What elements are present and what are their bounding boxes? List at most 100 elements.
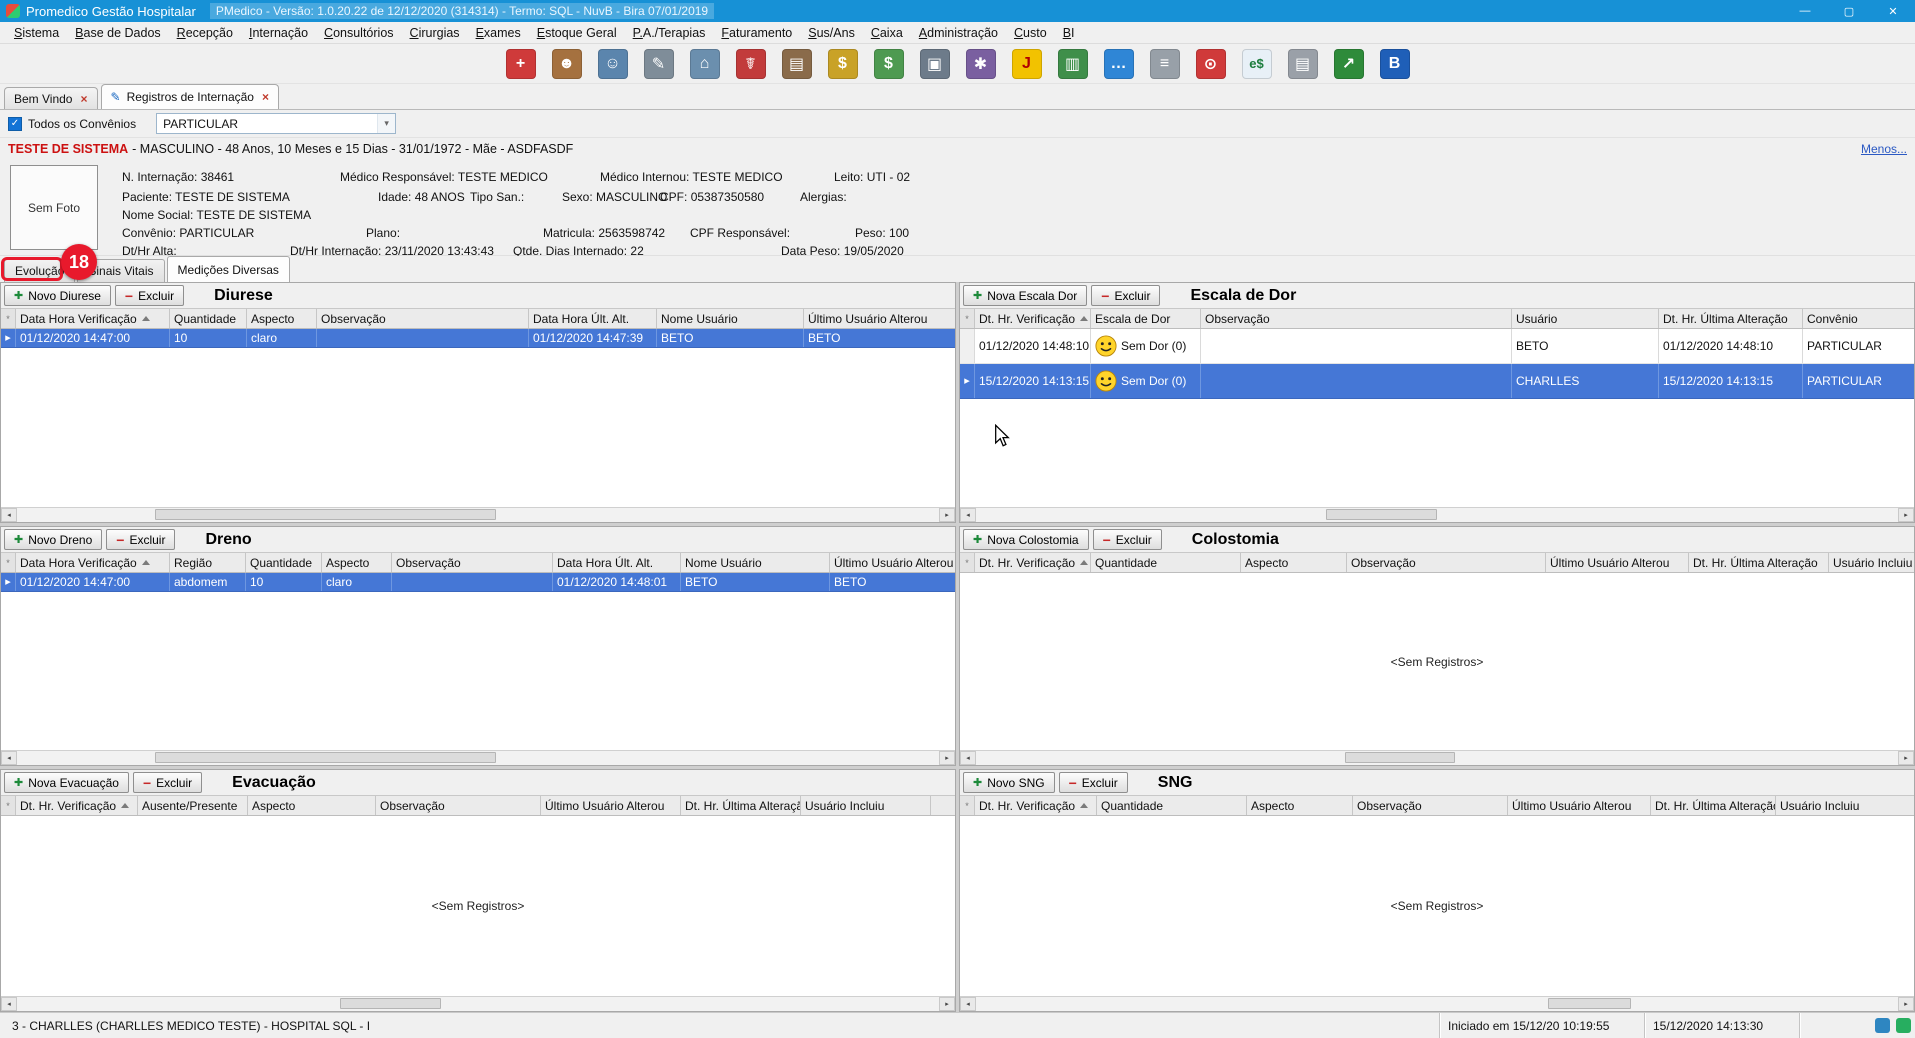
nova-evacuacao-button[interactable]: ✚Nova Evacuação [4,772,129,793]
menu-item-exames[interactable]: Exames [468,24,529,42]
table-row[interactable]: ▸ 01/12/2020 14:47:00 10 claro 01/12/202… [1,329,955,348]
excluir-escala-button[interactable]: −Excluir [1091,285,1160,306]
menu-item-caixa[interactable]: Caixa [863,24,911,42]
tab-medicoes-diversas[interactable]: Medições Diversas [167,256,290,282]
column-header[interactable]: Observação [376,796,541,815]
scroll-thumb[interactable] [1345,752,1456,763]
column-header[interactable]: Data Hora Verificação [16,309,170,328]
bed-icon[interactable]: ⌂ [690,49,720,79]
column-header[interactable]: Dt. Hr. Verificação [16,796,138,815]
column-header[interactable]: Quantidade [246,553,322,572]
close-icon[interactable]: × [262,90,269,104]
menu-item-cirurgias[interactable]: Cirurgias [402,24,468,42]
excluir-dreno-button[interactable]: −Excluir [106,529,175,550]
excluir-sng-button[interactable]: −Excluir [1059,772,1128,793]
column-header[interactable]: Aspecto [322,553,392,572]
stock-icon[interactable]: ▥ [1058,49,1088,79]
horizontal-scrollbar[interactable]: ◂ ▸ [960,750,1914,765]
safe-icon[interactable]: ▣ [920,49,950,79]
column-header[interactable]: Usuário Incluiu [801,796,931,815]
documents-icon[interactable]: ▤ [1288,49,1318,79]
column-header[interactable]: Convênio [1803,309,1914,328]
column-header[interactable]: Último Usuário Alterou [1546,553,1689,572]
column-header[interactable]: Nome Usuário [681,553,830,572]
column-header[interactable]: Escala de Dor [1091,309,1201,328]
column-header[interactable]: Usuário Incluiu [1829,553,1914,572]
menu-item-bi[interactable]: BI [1055,24,1083,42]
menos-link[interactable]: Menos... [1861,142,1907,156]
column-header[interactable]: Quantidade [1091,553,1241,572]
power-icon[interactable]: ⊙ [1196,49,1226,79]
column-header[interactable]: Dt. Hr. Última Alteração [1689,553,1829,572]
scroll-thumb[interactable] [1548,998,1631,1009]
gold-icon[interactable]: $ [828,49,858,79]
tab-registros-internacao[interactable]: ✎ Registros de Internação × [101,84,279,109]
scroll-left-icon[interactable]: ◂ [960,508,976,522]
notes-icon[interactable]: ✎ [644,49,674,79]
scroll-right-icon[interactable]: ▸ [1898,751,1914,765]
column-header[interactable]: Dt. Hr. Verificação [975,553,1091,572]
menu-item-estoque-geral[interactable]: Estoque Geral [529,24,625,42]
scroll-left-icon[interactable]: ◂ [1,751,17,765]
column-header[interactable]: Quantidade [170,309,247,328]
scroll-left-icon[interactable]: ◂ [960,751,976,765]
scroll-right-icon[interactable]: ▸ [939,997,955,1011]
column-header[interactable]: Dt. Hr. Verificação [975,309,1091,328]
menu-item-base-de-dados[interactable]: Base de Dados [67,24,168,42]
table-row[interactable]: ▸ 15/12/2020 14:13:15 Sem Dor (0) CHARLL… [960,364,1914,399]
chart-icon[interactable]: ↗ [1334,49,1364,79]
column-header[interactable]: Aspecto [1241,553,1347,572]
column-header[interactable]: Região [170,553,246,572]
menu-item-pa-terapias[interactable]: P.A./Terapias [625,24,714,42]
menu-item-consultorios[interactable]: Consultórios [316,24,401,42]
maximize-button[interactable]: ▢ [1827,0,1871,22]
todos-convenios-checkbox[interactable]: ✓ [8,117,22,131]
column-header[interactable]: Observação [1353,796,1508,815]
ambulance-icon[interactable]: ☤ [736,49,766,79]
column-header[interactable]: Observação [317,309,529,328]
column-header[interactable]: Data Hora Verificação [16,553,170,572]
horizontal-scrollbar[interactable]: ◂ ▸ [1,507,955,522]
convenio-select[interactable]: PARTICULAR ▾ [156,113,396,134]
table-row[interactable]: 01/12/2020 14:48:10 Sem Dor (0) BETO 01/… [960,329,1914,364]
column-header[interactable]: Último Usuário Alterou [830,553,955,572]
tab-bem-vindo[interactable]: Bem Vindo × [4,87,98,109]
phone-j-icon[interactable]: J [1012,49,1042,79]
column-header[interactable]: Aspecto [1247,796,1353,815]
column-header[interactable]: Observação [1347,553,1546,572]
scroll-thumb[interactable] [155,752,496,763]
scroll-thumb[interactable] [340,998,441,1009]
money-icon[interactable]: $ [874,49,904,79]
patients-icon[interactable]: ☻ [552,49,582,79]
excluir-diurese-button[interactable]: −Excluir [115,285,184,306]
close-button[interactable]: ✕ [1871,0,1915,22]
close-icon[interactable]: × [80,92,87,106]
menu-item-faturamento[interactable]: Faturamento [713,24,800,42]
excluir-evacuacao-button[interactable]: −Excluir [133,772,202,793]
column-header[interactable]: Último Usuário Alterou [1508,796,1651,815]
horizontal-scrollbar[interactable]: ◂ ▸ [960,507,1914,522]
column-header[interactable]: Dt. Hr. Verificação [975,796,1097,815]
column-header[interactable]: Dt. Hr. Última Alteração [681,796,801,815]
column-header[interactable]: Observação [1201,309,1512,328]
column-header[interactable]: Último Usuário Alterou [804,309,955,328]
scroll-right-icon[interactable]: ▸ [1898,997,1914,1011]
column-header[interactable]: Usuário [1512,309,1659,328]
column-header[interactable]: Usuário Incluiu [1776,796,1914,815]
menu-item-administracao[interactable]: Administração [911,24,1006,42]
menu-item-sus-ans[interactable]: Sus/Ans [800,24,863,42]
column-header[interactable]: Dt. Hr. Última Alteração [1659,309,1803,328]
scroll-left-icon[interactable]: ◂ [960,997,976,1011]
minimize-button[interactable]: — [1783,0,1827,22]
emergency-icon[interactable]: + [506,49,536,79]
horizontal-scrollbar[interactable]: ◂ ▸ [1,996,955,1011]
column-header[interactable]: Nome Usuário [657,309,804,328]
nova-colostomia-button[interactable]: ✚Nova Colostomia [963,529,1089,550]
scroll-right-icon[interactable]: ▸ [1898,508,1914,522]
bi-icon[interactable]: B [1380,49,1410,79]
esocial-icon[interactable]: e$ [1242,49,1272,79]
novo-sng-button[interactable]: ✚Novo SNG [963,772,1055,793]
column-header[interactable]: Data Hora Últ. Alt. [553,553,681,572]
scroll-thumb[interactable] [1326,509,1437,520]
horizontal-scrollbar[interactable]: ◂ ▸ [960,996,1914,1011]
